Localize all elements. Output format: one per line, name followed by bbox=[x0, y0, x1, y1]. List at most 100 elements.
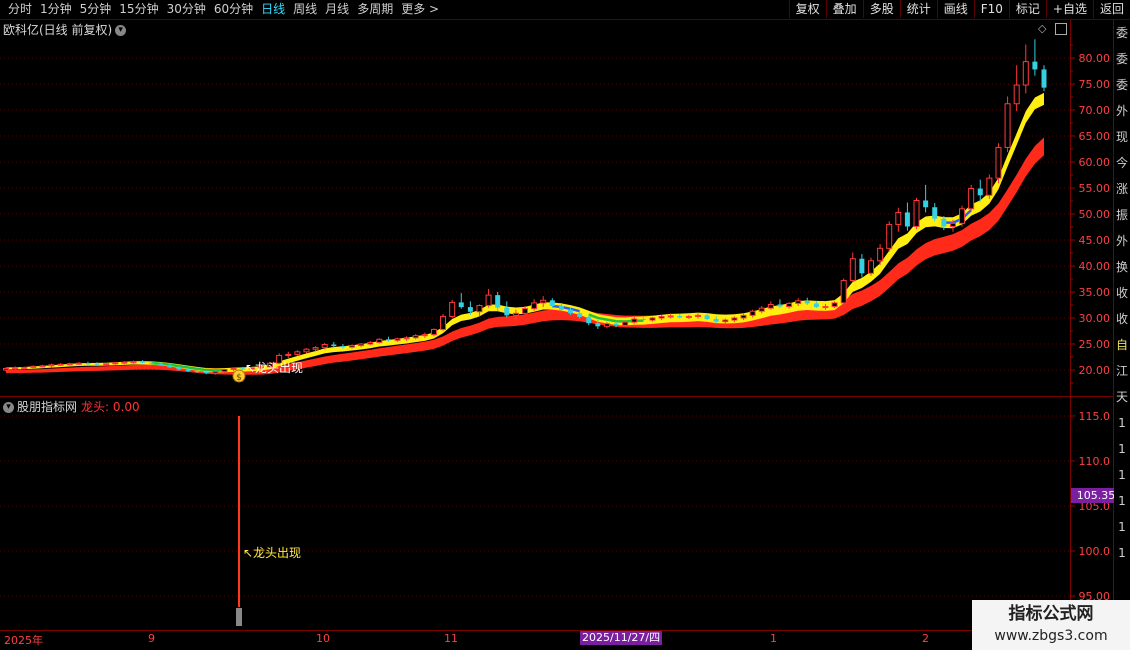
price-tick-label: 20.00 bbox=[1079, 364, 1111, 377]
candle-body bbox=[176, 367, 182, 370]
candle-body bbox=[458, 302, 464, 308]
strip-char: 收 bbox=[1115, 286, 1128, 300]
candle-body bbox=[321, 344, 328, 349]
candle-body bbox=[149, 362, 155, 364]
candle-body bbox=[103, 363, 110, 366]
signal-bar-base bbox=[236, 608, 242, 626]
strip-char: 涨 bbox=[1115, 182, 1128, 196]
candle-body bbox=[449, 301, 456, 317]
price-tick-label: 80.00 bbox=[1079, 52, 1111, 65]
candle-body bbox=[586, 316, 592, 324]
price-tick-label: 65.00 bbox=[1079, 130, 1111, 143]
candle-body bbox=[331, 344, 337, 347]
candle-body bbox=[12, 367, 19, 370]
candle-body bbox=[21, 366, 28, 369]
watermark-line2: www.zbgs3.com bbox=[994, 628, 1108, 644]
candle-body bbox=[85, 363, 91, 365]
candle-body bbox=[367, 341, 374, 345]
strip-char: 江 bbox=[1115, 364, 1128, 378]
sub-tick-label: 100.0 bbox=[1079, 545, 1111, 558]
candle-body bbox=[412, 335, 419, 339]
candle-body bbox=[312, 347, 319, 350]
candle-body bbox=[294, 351, 301, 355]
candle-body bbox=[522, 308, 528, 314]
candle-body bbox=[194, 371, 200, 373]
price-tick-label: 35.00 bbox=[1079, 286, 1111, 299]
strip-char: 换 bbox=[1115, 260, 1128, 274]
strip-char: 外 bbox=[1115, 104, 1128, 118]
candle-body bbox=[1041, 69, 1047, 88]
candle-body bbox=[1004, 103, 1011, 148]
candle-body bbox=[303, 348, 310, 353]
candle-body bbox=[695, 314, 701, 317]
date-label: 1 bbox=[770, 632, 777, 645]
date-axis: 2025年 9 10 11 1 2 bbox=[0, 631, 1130, 650]
candle-body bbox=[622, 321, 629, 326]
candle-body bbox=[376, 338, 383, 343]
strip-char: 委 bbox=[1115, 52, 1128, 66]
selected-date: 2025/11/27/四 bbox=[580, 631, 663, 645]
sub-signal-annotation: ↖龙头出现 bbox=[243, 546, 301, 560]
candle-body bbox=[421, 334, 428, 337]
price-tick-label: 50.00 bbox=[1079, 208, 1111, 221]
candle-body bbox=[495, 295, 501, 308]
candle-body bbox=[540, 299, 547, 304]
strip-char: 现 bbox=[1115, 130, 1128, 144]
candle-body bbox=[603, 323, 610, 327]
candle-body bbox=[48, 364, 55, 367]
candle-body bbox=[658, 315, 665, 319]
kline-chart[interactable]: 80.00 75.00 70.00 65.00 60.00 55.00 50.00 45.00… bbox=[0, 0, 1130, 650]
candle-body bbox=[949, 222, 956, 227]
candle-body bbox=[767, 303, 774, 309]
candle-body bbox=[977, 188, 983, 196]
candle-body bbox=[558, 306, 564, 310]
candle-body bbox=[340, 346, 346, 348]
candle-body bbox=[512, 312, 519, 316]
candle-body bbox=[203, 372, 209, 374]
strip-char: 委 bbox=[1115, 26, 1128, 40]
candle-body bbox=[913, 199, 920, 227]
candle-body bbox=[3, 367, 9, 371]
candle-body bbox=[877, 247, 884, 262]
candle-body bbox=[840, 280, 847, 304]
strip-char: 1 bbox=[1118, 494, 1126, 508]
candle-body bbox=[430, 328, 437, 336]
candle-body bbox=[722, 319, 729, 323]
coin-label: $ bbox=[236, 373, 242, 383]
candle-body bbox=[667, 315, 674, 318]
candle-body bbox=[959, 208, 966, 224]
candle-body bbox=[895, 211, 902, 225]
candle-body bbox=[568, 309, 574, 314]
candle-body bbox=[923, 200, 929, 208]
candle-body bbox=[158, 363, 164, 366]
price-tick-label: 60.00 bbox=[1079, 156, 1111, 169]
candle-body bbox=[1013, 84, 1020, 105]
candle-body bbox=[749, 310, 756, 316]
price-tick-label: 25.00 bbox=[1079, 338, 1111, 351]
date-label: 2 bbox=[922, 632, 929, 645]
candle-body bbox=[859, 258, 865, 274]
price-tick-label: 40.00 bbox=[1079, 260, 1111, 273]
signal-annotation: ↖龙头出现 bbox=[245, 361, 303, 375]
candle-body bbox=[904, 212, 910, 227]
sub-tick-label: 110.0 bbox=[1079, 455, 1111, 468]
candle-body bbox=[849, 258, 856, 282]
candle-body bbox=[995, 146, 1002, 179]
strip-char: 天 bbox=[1115, 390, 1128, 404]
candle-body bbox=[731, 317, 738, 321]
candle-body bbox=[403, 337, 410, 340]
candle-body bbox=[349, 345, 355, 348]
candle-body bbox=[868, 260, 874, 274]
candle-body bbox=[932, 207, 938, 219]
candle-body bbox=[886, 223, 893, 249]
date-label: 2025年 bbox=[4, 634, 43, 647]
strip-char: 1 bbox=[1118, 546, 1126, 560]
candle-body bbox=[577, 313, 583, 317]
sub-tick-label: 115.0 bbox=[1079, 410, 1111, 423]
candle-body bbox=[531, 302, 538, 310]
price-tick-label: 70.00 bbox=[1079, 104, 1111, 117]
candle-body bbox=[185, 369, 191, 372]
candle-body bbox=[941, 218, 947, 227]
candle-body bbox=[440, 315, 447, 330]
candle-body bbox=[795, 300, 802, 304]
